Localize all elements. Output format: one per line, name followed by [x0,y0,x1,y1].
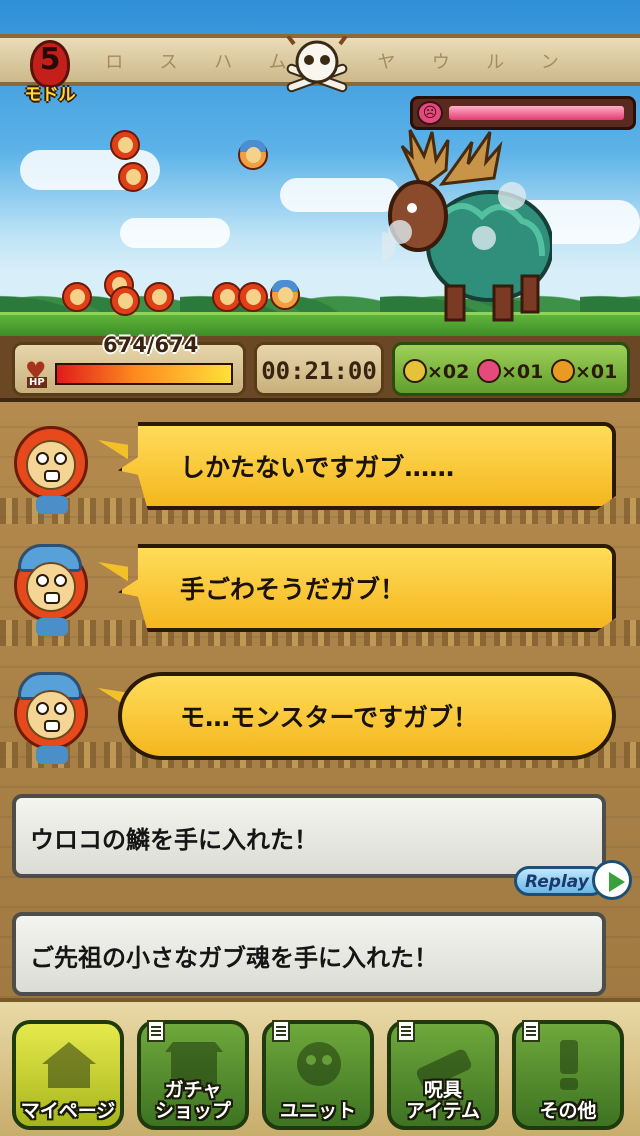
skull-crossbones-icon [286,36,348,93]
player-hp-box: 674/674 ♥ HP [12,333,246,396]
back-label: モドル [24,85,76,105]
speech-text: しかたないですガブ…… [180,453,455,482]
back-stage-number: 5 [39,42,61,77]
gold-skull-icon [403,359,427,383]
back-button[interactable]: 5 モドル [16,40,84,106]
timer-box: 00:21:00 [254,342,384,396]
nav-label: ガチャ ショップ [154,1079,231,1122]
battle-timer: 00:21:00 [261,357,377,385]
chat-message: しかたないですガブ…… [0,412,640,532]
ally-unit [144,282,174,316]
replay-button[interactable]: Replay [514,860,634,900]
nav-label: マイページ [20,1100,116,1122]
nav-item-curse[interactable]: 呪具 アイテム [387,1020,499,1130]
ally-unit [238,140,268,174]
demon-face-icon: ☹ [417,101,443,125]
nav-label: 呪具 アイテム [405,1079,481,1122]
ally-unit [118,162,148,196]
nav-label: その他 [539,1100,597,1122]
replay-label: Replay [525,872,589,892]
ally-unit [62,282,92,316]
gabu-avatar [8,534,98,642]
unit-icon [297,1042,341,1086]
play-icon [592,860,632,900]
nav-unit[interactable]: ユニット [262,1020,374,1130]
item-obtained-text: ご先祖の小さなガブ魂を手に入れた！ [30,944,438,972]
moose-boss [382,129,552,322]
speech-bubble: 手ごわそうだガブ！ [118,544,616,632]
message-log[interactable]: しかたないですガブ…… 手ごわそうだガブ！ モ…モンスターですガブ！ ウロコの鱗… [0,402,640,998]
chat-message: モ…モンスターですガブ！ [0,662,640,782]
gabu-avatar [8,662,98,770]
house-icon [42,1042,96,1088]
nav-other[interactable]: その他 [512,1020,624,1130]
item-obtained-box: ご先祖の小さなガブ魂を手に入れた！ [12,912,606,996]
item-obtained-text: ウロコの鱗を手に入れた！ [30,826,318,854]
boss-hp-gauge: ☹ [410,96,636,130]
speech-text: モ…モンスターですガブ！ [180,703,479,732]
hp-value: 674/674 [103,333,199,357]
ally-unit [110,286,140,320]
bottom-nav: マイページ ガチャ ショップ ユニット 呪具 アイテム その他 [0,998,640,1136]
ally-unit [270,280,300,314]
nav-gacha-shop[interactable]: ガチャ ショップ [137,1020,249,1130]
cloud [120,218,230,248]
drops-box: ×02 ×01 ×01 [392,342,630,396]
hp-bar-fill [57,365,231,383]
ally-unit [238,282,268,316]
speech-bubble: モ…モンスターですガブ！ [118,672,616,760]
exclamation-icon [560,1040,578,1090]
battle-scene: ロスハ ムユヤ ウルン 5 モドル ☹ [0,0,640,338]
status-bar: 674/674 ♥ HP 00:21:00 ×02 ×01 ×01 [0,333,640,402]
chat-message: 手ごわそうだガブ！ [0,534,640,654]
hp-label: HP [27,377,47,388]
nav-label: ユニット [279,1100,356,1122]
nav-mypage[interactable]: マイページ [12,1020,124,1130]
pink-demon-icon [477,359,501,383]
hp-bar [55,363,233,385]
speech-bubble: しかたないですガブ…… [118,422,616,510]
ally-unit [110,130,140,164]
boss-hp-fill [449,106,624,120]
orange-skull-icon [551,359,575,383]
speech-text: 手ごわそうだガブ！ [180,575,406,604]
gabu-avatar [8,412,98,520]
